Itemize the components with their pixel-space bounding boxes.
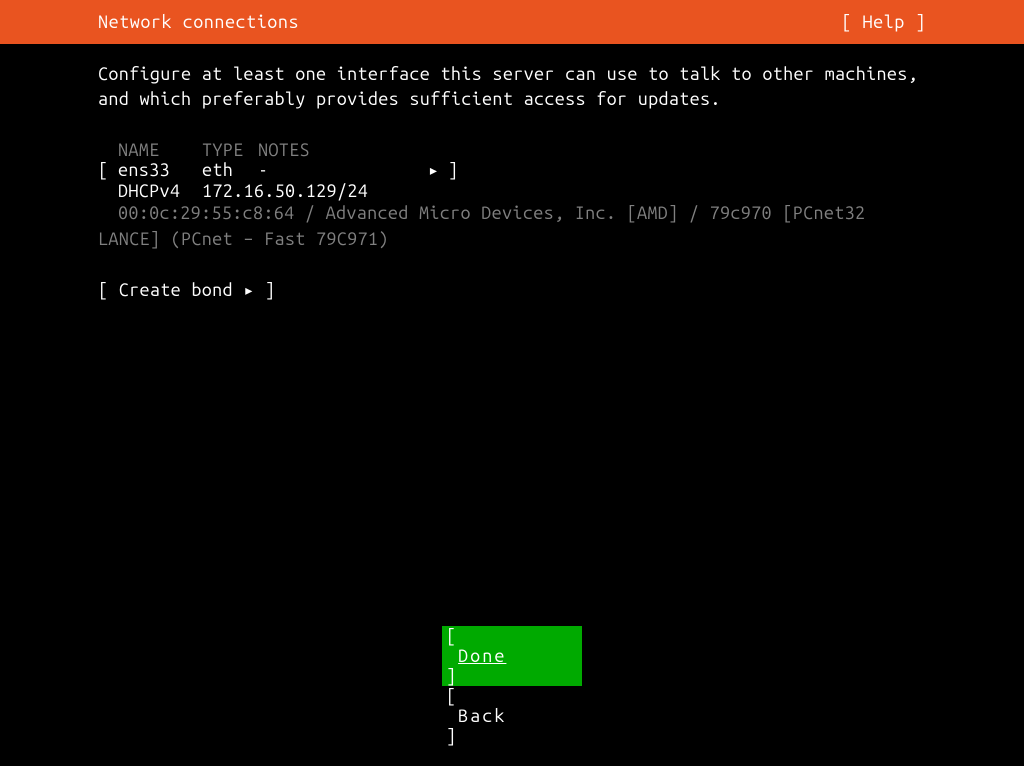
dhcp-label: DHCPv4 bbox=[118, 181, 202, 201]
bracket-open: [ bbox=[98, 160, 118, 181]
header-name: NAME bbox=[118, 140, 202, 160]
content-area: Configure at least one interface this se… bbox=[0, 44, 1024, 301]
done-label: Done bbox=[458, 646, 506, 666]
dhcp-value: 172.16.50.129/24 bbox=[202, 181, 368, 201]
header-bar: Network connections [ Help ] bbox=[0, 0, 1024, 44]
interface-name: ens33 bbox=[118, 160, 202, 181]
header-notes: NOTES bbox=[258, 140, 926, 160]
table-header-row: NAME TYPE NOTES bbox=[118, 140, 926, 160]
bracket-close: ] bbox=[448, 160, 468, 181]
help-button[interactable]: [ Help ] bbox=[841, 12, 926, 32]
bracket-open: [ bbox=[446, 686, 456, 706]
bracket-close: ] bbox=[446, 666, 456, 686]
hw-line-1: 00:0c:29:55:c8:64 / Advanced Micro Devic… bbox=[118, 201, 926, 226]
bracket-close: ] bbox=[446, 726, 456, 746]
done-button[interactable]: [ Done ] bbox=[442, 626, 582, 686]
interface-notes: - bbox=[258, 160, 428, 181]
bracket-open: [ bbox=[446, 626, 456, 646]
interface-row[interactable]: [ ens33 eth - ▸ ] bbox=[98, 160, 926, 181]
footer-buttons: [ Done ] [ Back ] bbox=[0, 626, 1024, 746]
description-text: Configure at least one interface this se… bbox=[98, 62, 926, 112]
hw-line-2: LANCE] (PCnet – Fast 79C971) bbox=[98, 227, 926, 252]
create-bond-button[interactable]: [ Create bond ▸ ] bbox=[98, 280, 926, 301]
interface-type: eth bbox=[202, 160, 258, 181]
hardware-info: 00:0c:29:55:c8:64 / Advanced Micro Devic… bbox=[98, 201, 926, 251]
page-title: Network connections bbox=[98, 12, 299, 32]
back-label: Back bbox=[458, 706, 506, 726]
back-button[interactable]: [ Back ] bbox=[442, 686, 582, 746]
chevron-right-icon: ▸ bbox=[428, 160, 448, 181]
dhcp-row: DHCPv4 172.16.50.129/24 bbox=[118, 181, 926, 201]
header-type: TYPE bbox=[202, 140, 258, 160]
